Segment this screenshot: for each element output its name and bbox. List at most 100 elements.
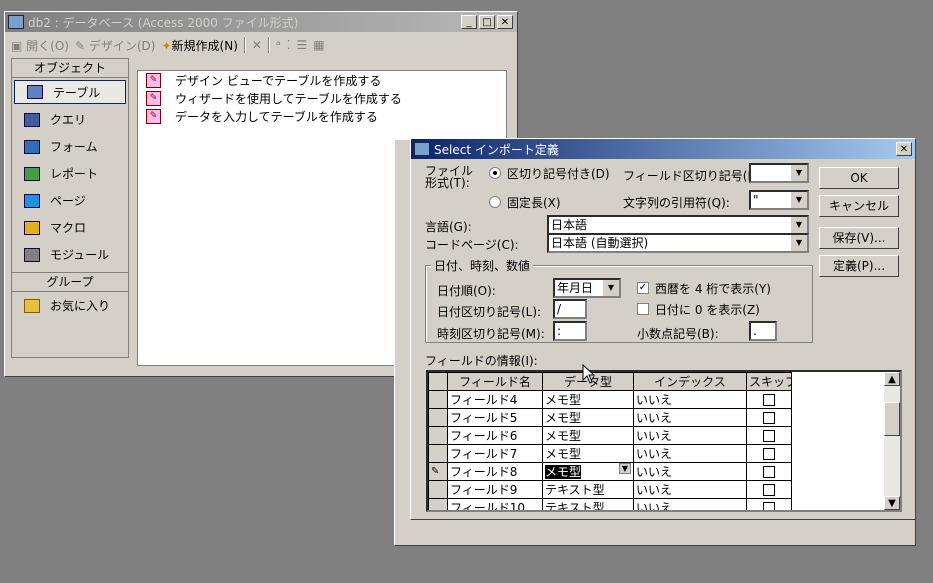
chevron-down-icon[interactable]: ▼ — [790, 192, 807, 208]
db-titlebar[interactable]: db2 : データベース (Access 2000 ファイル形式) _ □ ✕ — [5, 12, 517, 32]
minimize-button[interactable]: _ — [461, 15, 477, 29]
table-row[interactable]: フィールド7 メモ型 いいえ — [428, 444, 792, 463]
skip-checkbox[interactable] — [763, 502, 775, 510]
skip-checkbox[interactable] — [763, 394, 775, 406]
column-header-skip[interactable]: スキップ — [746, 372, 792, 391]
chevron-down-icon[interactable]: ▼ — [618, 463, 631, 474]
cell-data-type[interactable]: メモ型 ▼ — [542, 462, 634, 481]
column-header-index[interactable]: インデックス — [633, 372, 747, 391]
object-item-query[interactable]: クエリ — [12, 106, 128, 133]
object-item-macro[interactable]: マクロ — [12, 214, 128, 241]
list-item[interactable]: ✎ ウィザードを使用してテーブルを作成する — [138, 89, 506, 107]
cell-skip[interactable] — [746, 480, 792, 499]
cell-index[interactable]: いいえ — [633, 444, 747, 463]
chevron-down-icon[interactable]: ▼ — [602, 280, 619, 296]
leading-zero-checkbox[interactable] — [637, 303, 649, 315]
cell-field-name[interactable]: フィールド7 — [447, 444, 543, 463]
small-icons-icon[interactable]: ⁚ — [287, 38, 291, 52]
four-digit-year-checkbox[interactable]: ✓ — [637, 282, 649, 294]
row-selector[interactable]: ✎ — [428, 462, 448, 481]
large-icons-icon[interactable]: ᵃ — [276, 38, 281, 52]
date-delimiter-input[interactable]: / — [553, 299, 587, 319]
table-row[interactable]: フィールド6 メモ型 いいえ — [428, 426, 792, 445]
cancel-button[interactable]: キャンセル — [819, 195, 899, 217]
chevron-down-icon[interactable]: ▼ — [790, 165, 807, 181]
list-item[interactable]: ✎ デザイン ビューでテーブルを作成する — [138, 71, 506, 89]
cell-data-type[interactable]: メモ型 — [542, 426, 634, 445]
row-selector[interactable] — [428, 390, 448, 409]
object-item-table[interactable]: テーブル — [14, 80, 126, 104]
cell-skip[interactable] — [746, 444, 792, 463]
scroll-thumb[interactable] — [884, 402, 900, 436]
cell-field-name[interactable]: フィールド8 — [447, 462, 543, 481]
object-item-report[interactable]: レポート — [12, 160, 128, 187]
design-button[interactable]: ✎ デザイン(D) — [75, 37, 156, 54]
cell-data-type[interactable]: メモ型 — [542, 390, 634, 409]
close-button[interactable]: ✕ — [497, 15, 513, 29]
dialog-close-button[interactable]: ✕ — [896, 142, 912, 156]
table-row[interactable]: フィールド4 メモ型 いいえ — [428, 390, 792, 409]
cell-index[interactable]: いいえ — [633, 480, 747, 499]
cell-field-name[interactable]: フィールド4 — [447, 390, 543, 409]
fixed-width-label[interactable]: 固定長(X) — [507, 194, 561, 211]
fixed-width-radio[interactable] — [489, 196, 501, 208]
cell-index[interactable]: いいえ — [633, 408, 747, 427]
scroll-up-button[interactable]: ▲ — [884, 372, 900, 386]
text-qualifier-select[interactable]: " ▼ — [749, 190, 809, 210]
chevron-down-icon[interactable]: ▼ — [790, 217, 807, 233]
group-item-favorites[interactable]: お気に入り — [12, 292, 128, 319]
cell-index[interactable]: いいえ — [633, 462, 747, 481]
time-delimiter-input[interactable]: : — [553, 321, 587, 341]
grid-vertical-scrollbar[interactable]: ▲ ▼ — [884, 372, 900, 510]
delimited-label[interactable]: 区切り記号付き(D) — [507, 165, 610, 182]
row-selector[interactable] — [428, 408, 448, 427]
row-selector[interactable] — [428, 444, 448, 463]
table-row[interactable]: フィールド9 テキスト型 いいえ — [428, 480, 792, 499]
leading-zero-label[interactable]: 日付に 0 を表示(Z) — [655, 301, 760, 318]
row-selector[interactable] — [428, 426, 448, 445]
delete-icon[interactable]: ✕ — [252, 38, 262, 52]
date-order-select[interactable]: 年月日 ▼ — [553, 278, 621, 298]
skip-checkbox[interactable] — [763, 466, 775, 478]
cell-index[interactable]: いいえ — [633, 498, 747, 510]
scroll-down-button[interactable]: ▼ — [884, 496, 900, 510]
new-button[interactable]: ✦新規作成(N) — [161, 37, 237, 54]
language-select[interactable]: 日本語 ▼ — [547, 215, 809, 235]
cell-field-name[interactable]: フィールド6 — [447, 426, 543, 445]
objects-header[interactable]: オブジェクト — [12, 59, 128, 78]
skip-checkbox[interactable] — [763, 484, 775, 496]
maximize-button[interactable]: □ — [479, 15, 495, 29]
list-item[interactable]: ✎ データを入力してテーブルを作成する — [138, 107, 506, 125]
cell-skip[interactable] — [746, 408, 792, 427]
four-digit-year-label[interactable]: 西暦を 4 桁で表示(Y) — [655, 280, 771, 297]
object-item-form[interactable]: フォーム — [12, 133, 128, 160]
groups-header[interactable]: グループ — [12, 272, 128, 292]
cell-index[interactable]: いいえ — [633, 426, 747, 445]
object-item-page[interactable]: ページ — [12, 187, 128, 214]
skip-checkbox[interactable] — [763, 412, 775, 424]
open-button[interactable]: ▣ 開く(O) — [11, 37, 69, 54]
object-item-module[interactable]: モジュール — [12, 241, 128, 268]
skip-checkbox[interactable] — [763, 448, 775, 460]
cell-data-type[interactable]: メモ型 — [542, 408, 634, 427]
save-as-button[interactable]: 保存(V)... — [819, 227, 899, 249]
list-view-icon[interactable]: ☰ — [296, 38, 307, 52]
cell-field-name[interactable]: フィールド5 — [447, 408, 543, 427]
dialog-titlebar[interactable]: Select インポート定義 ✕ — [411, 139, 915, 159]
cell-data-type[interactable]: テキスト型 — [542, 498, 634, 510]
cell-skip[interactable] — [746, 426, 792, 445]
decimal-symbol-input[interactable]: . — [749, 321, 777, 341]
cell-skip[interactable] — [746, 390, 792, 409]
cell-skip[interactable] — [746, 498, 792, 510]
specs-button[interactable]: 定義(P)... — [819, 255, 899, 277]
cell-skip[interactable] — [746, 462, 792, 481]
cell-index[interactable]: いいえ — [633, 390, 747, 409]
field-delimiter-select[interactable]: ▼ — [749, 163, 809, 183]
chevron-down-icon[interactable]: ▼ — [790, 235, 807, 251]
table-row[interactable]: フィールド5 メモ型 いいえ — [428, 408, 792, 427]
cell-field-name[interactable]: フィールド9 — [447, 480, 543, 499]
cell-data-type[interactable]: テキスト型 — [542, 480, 634, 499]
table-row[interactable]: ✎ フィールド8 メモ型 ▼ いいえ — [428, 462, 792, 481]
ok-button[interactable]: OK — [819, 167, 899, 189]
cell-data-type[interactable]: メモ型 — [542, 444, 634, 463]
